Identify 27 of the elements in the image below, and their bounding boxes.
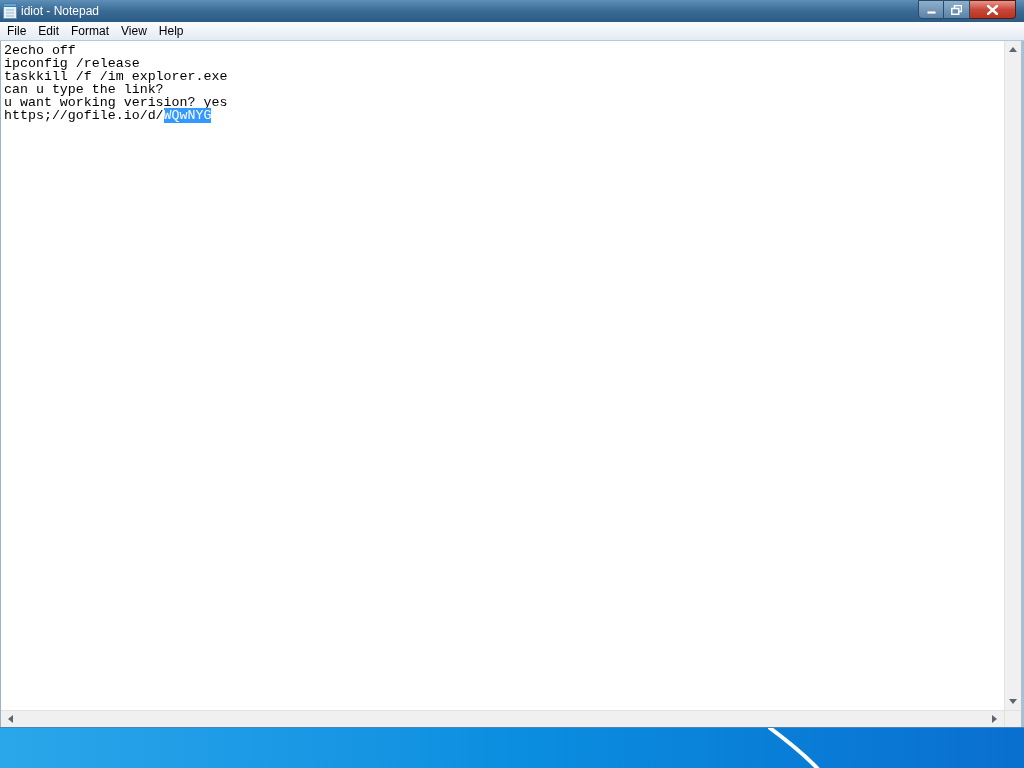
selected-text: WQwNYG: [163, 108, 212, 123]
restore-button[interactable]: [944, 0, 970, 19]
menu-item[interactable]: Format: [65, 21, 116, 41]
minimize-button[interactable]: [918, 0, 944, 19]
horizontal-scrollbar[interactable]: [1, 710, 1004, 727]
text-line: taskkill /f /im explorer.exe: [4, 69, 228, 84]
close-icon: [987, 4, 998, 15]
notepad-icon: [3, 3, 17, 19]
scroll-right-arrow-icon[interactable]: [992, 715, 997, 723]
scrollbar-corner: [1004, 710, 1021, 727]
restore-icon: [951, 4, 962, 15]
scroll-down-arrow-icon[interactable]: [1009, 699, 1017, 704]
menu-item[interactable]: View: [115, 21, 153, 41]
menu-item[interactable]: File: [1, 21, 33, 41]
scroll-left-arrow-icon[interactable]: [8, 715, 13, 723]
window-title: idiot - Notepad: [21, 4, 100, 18]
minimize-icon: [926, 11, 936, 14]
text-line: can u type the link?: [4, 82, 164, 97]
menu-item[interactable]: Help: [152, 21, 190, 41]
text-line: https;//gofile.io/d/: [4, 108, 164, 123]
text-line: ipconfig /release: [4, 56, 140, 71]
scroll-up-arrow-icon[interactable]: [1009, 47, 1017, 52]
text-line: 2echo off: [4, 43, 76, 58]
menu-item[interactable]: Edit: [32, 21, 66, 41]
vertical-scrollbar[interactable]: [1004, 41, 1021, 710]
text-line: u want working verision? yes: [4, 95, 228, 110]
close-button[interactable]: [970, 0, 1016, 19]
